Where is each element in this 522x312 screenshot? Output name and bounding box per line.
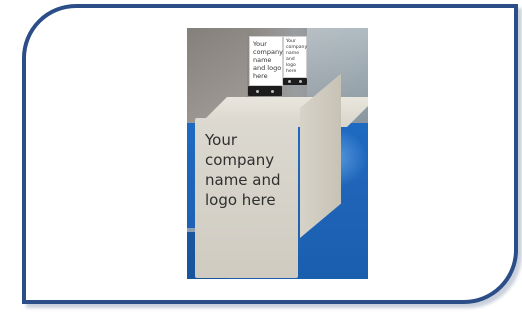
stand-screw-icon <box>299 80 302 83</box>
stand-screw-icon <box>271 90 274 93</box>
product-photo: Your company name and logo here Your com… <box>187 28 368 279</box>
sign-stand-small <box>283 78 307 85</box>
table-front-panel: Your company name and logo here <box>195 118 298 278</box>
stand-screw-icon <box>288 80 291 83</box>
stand-screw-icon <box>256 90 259 93</box>
table-branding-text: Your company name and logo here <box>205 131 281 209</box>
sign-holder-large: Your company name and logo here <box>249 36 283 86</box>
sign-holder-small: Your company name and logo here <box>283 36 307 78</box>
sign-stand-large <box>248 86 282 96</box>
page: Your company name and logo here Your com… <box>0 0 522 312</box>
